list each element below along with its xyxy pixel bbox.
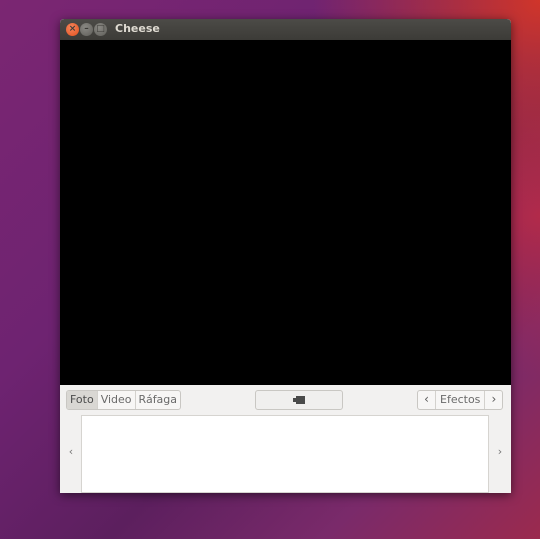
toolbar: Foto Video Ráfaga ‹ Efectos ›: [60, 385, 511, 415]
camera-preview: [60, 40, 511, 385]
effects-switcher: ‹ Efectos ›: [417, 390, 504, 410]
thumbnails-scroll-right-icon[interactable]: ›: [492, 442, 508, 462]
camera-take-photo-icon: [293, 396, 305, 404]
minimize-window-button[interactable]: –: [80, 23, 93, 36]
mode-video-button[interactable]: Video: [98, 391, 136, 409]
effects-prev-button[interactable]: ‹: [418, 391, 436, 409]
maximize-window-button[interactable]: □: [94, 23, 107, 36]
take-photo-button[interactable]: [255, 390, 343, 410]
mode-burst-button[interactable]: Ráfaga: [136, 391, 180, 409]
effects-next-button[interactable]: ›: [484, 391, 502, 409]
close-window-button[interactable]: ×: [66, 23, 79, 36]
mode-photo-button[interactable]: Foto: [67, 391, 98, 409]
effects-button[interactable]: Efectos: [436, 391, 484, 409]
thumbnail-gallery[interactable]: [81, 415, 489, 493]
mode-switcher: Foto Video Ráfaga: [66, 390, 182, 410]
thumbnails-scroll-left-icon[interactable]: ‹: [63, 442, 79, 462]
thumbnail-bar: ‹ ›: [60, 415, 511, 493]
titlebar: × – □ Cheese: [60, 19, 511, 40]
cheese-window: × – □ Cheese Foto Video Ráfaga ‹ Efectos…: [60, 19, 511, 493]
window-title: Cheese: [115, 22, 160, 35]
